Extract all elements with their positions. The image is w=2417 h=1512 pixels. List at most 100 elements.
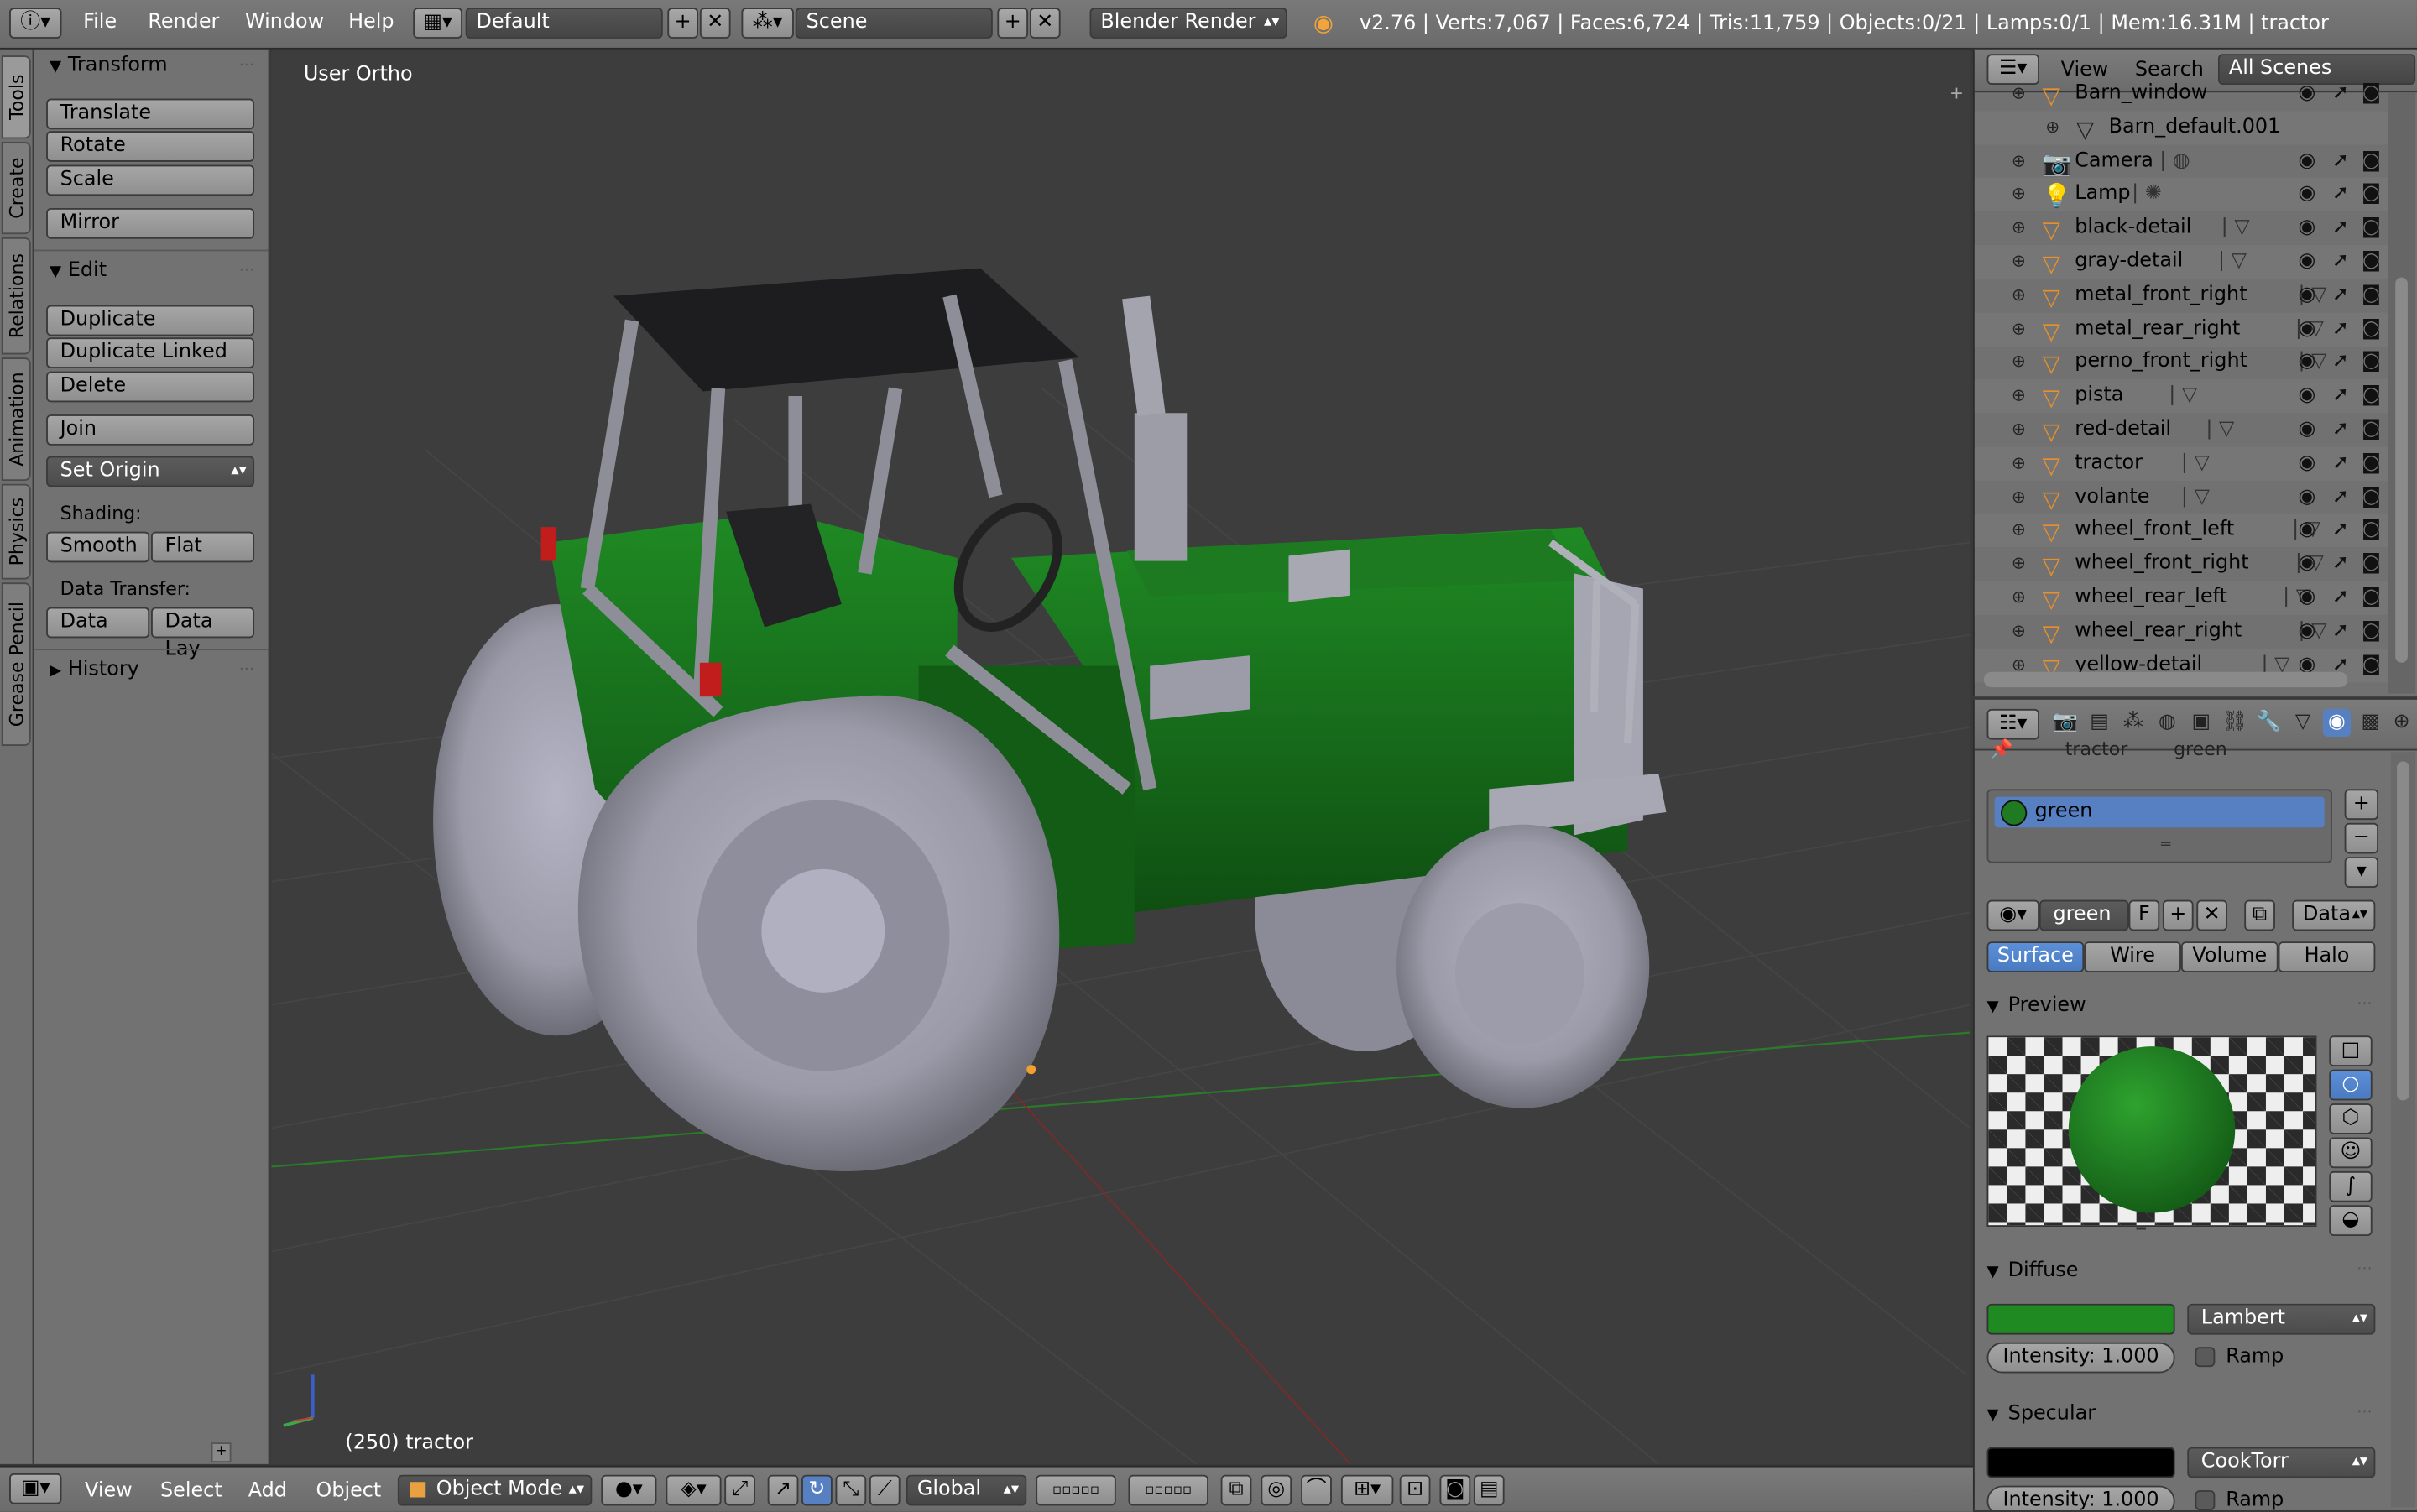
visibility-eye-icon[interactable]: ◉ (2299, 211, 2316, 245)
add-scene-icon[interactable]: + (997, 8, 1029, 39)
object-data-icon[interactable]: | ▽ (2181, 480, 2210, 514)
object-data-icon[interactable]: | ▽ (2221, 211, 2250, 245)
diffuse-intensity-slider[interactable]: Intensity: 1.000 (1986, 1342, 2175, 1374)
orientation-dropdown[interactable]: Global ▴▾ (906, 1474, 1027, 1506)
tab-create[interactable]: Create (1, 141, 31, 235)
scale-button[interactable]: Scale (46, 164, 255, 196)
opengl-render-icon[interactable]: ◙ (1439, 1474, 1471, 1506)
texture-tab-icon[interactable]: ▩ (2357, 709, 2384, 737)
remove-layout-icon[interactable]: ✕ (699, 8, 731, 39)
browse-material-icon[interactable]: ◉▾ (1986, 899, 2039, 931)
renderable-camera-icon[interactable]: ◙ (2362, 581, 2381, 614)
outliner-row[interactable]: ⊕ ▽ gray-detail | ▽ ◉ ➚ ◙ (1974, 245, 2388, 279)
fake-user-button[interactable]: F (2128, 899, 2160, 931)
expand-icon[interactable]: ⊕ (2012, 178, 2026, 211)
physics-tab-icon[interactable]: ⊕ (2388, 709, 2415, 737)
renderable-camera-icon[interactable]: ◙ (2362, 480, 2381, 514)
diffuse-panel-header[interactable]: ▼ Diffuse (1987, 1259, 2079, 1283)
preview-sphere-icon[interactable]: ○ (2329, 1069, 2373, 1101)
info-editor-type-icon[interactable]: ⓘ▾ (9, 8, 62, 39)
outliner-row[interactable]: ⊕ ▽ wheel_front_right | ▽ ◉ ➚ ◙ (1975, 547, 2388, 581)
outliner-item-name[interactable]: red-detail (2075, 413, 2171, 446)
selectable-cursor-icon[interactable]: ➚ (2332, 547, 2349, 581)
outliner-item-name[interactable]: wheel_front_right (2075, 547, 2248, 581)
visibility-eye-icon[interactable]: ◉ (2299, 346, 2316, 379)
remove-slot-button[interactable]: − (2344, 822, 2379, 854)
outliner-row[interactable]: ⊕ ▽ pista | ▽ ◉ ➚ ◙ (1974, 379, 2388, 414)
renderable-camera-icon[interactable]: ◙ (2362, 614, 2381, 648)
opengl-anim-icon[interactable]: ▤ (1473, 1474, 1505, 1506)
selectable-cursor-icon[interactable]: ➚ (2332, 245, 2349, 279)
duplicate-linked-button[interactable]: Duplicate Linked (46, 337, 255, 368)
panel-grip-icon[interactable]: ⋯ (2357, 996, 2372, 1013)
expand-icon[interactable]: ⊕ (2012, 312, 2026, 346)
outliner-item-name[interactable]: tractor (2075, 446, 2143, 480)
outliner-item-name[interactable]: perno_front_right (2075, 346, 2247, 379)
preview-hair-icon[interactable]: ∫ (2329, 1170, 2373, 1202)
expand-icon[interactable]: ⊕ (2012, 144, 2026, 178)
renderable-camera-icon[interactable]: ◙ (2362, 211, 2381, 245)
edit-panel-header[interactable]: ▼ Edit ⋯ (34, 254, 268, 288)
data-button[interactable]: Data (46, 607, 150, 639)
menu-object[interactable]: Object (316, 1479, 382, 1503)
outliner-item-name[interactable]: gray-detail (2075, 245, 2183, 279)
outliner-row[interactable]: ⊕ ▽ wheel_rear_left | ▽ ◉ ➚ ◙ (1974, 581, 2388, 615)
constraints-tab-icon[interactable]: ⛓ (2221, 709, 2249, 737)
preview-plane-icon[interactable]: □ (2329, 1035, 2373, 1066)
material-tab-icon[interactable]: ◉ (2322, 708, 2351, 737)
tab-grease-pencil[interactable]: Grease Pencil (1, 582, 31, 746)
menu-select[interactable]: Select (160, 1479, 222, 1503)
slot-specials-icon[interactable]: ▾ (2344, 857, 2379, 888)
layers-grid-icon-2[interactable]: ▫▫▫▫▫ (1128, 1474, 1208, 1506)
specular-panel-header[interactable]: ▼ Specular (1987, 1402, 2096, 1426)
rotate-button[interactable]: Rotate (46, 131, 255, 162)
tab-animation[interactable]: Animation (1, 357, 31, 482)
object-data-icon[interactable]: | ▽ (2169, 379, 2197, 413)
link-dropdown[interactable]: Data ▴▾ (2292, 899, 2376, 931)
tab-physics[interactable]: Physics (1, 483, 31, 580)
surface-tab[interactable]: Surface (1986, 941, 2085, 972)
object-data-icon[interactable]: | ◍ (2159, 144, 2190, 178)
visibility-eye-icon[interactable]: ◉ (2299, 581, 2316, 614)
scene-icon[interactable]: ⁂▾ (741, 8, 794, 39)
outliner-scroll-thumb[interactable] (2395, 277, 2408, 663)
renderable-camera-icon[interactable]: ◙ (2362, 379, 2381, 413)
outliner-row[interactable]: ⊕ 💡 Lamp | ✺ ◉ ➚ ◙ (1974, 177, 2388, 212)
object-data-icon[interactable]: | ▽ (2218, 245, 2247, 279)
properties-scrollbar[interactable] (2390, 752, 2416, 1508)
selectable-cursor-icon[interactable]: ➚ (2332, 514, 2349, 547)
diffuse-ramp-checkbox[interactable] (2195, 1347, 2216, 1368)
selectable-cursor-icon[interactable]: ➚ (2332, 614, 2349, 648)
outliner-row[interactable]: ⊕ ▽ metal_rear_right | ▽ ◉ ➚ ◙ (1974, 312, 2388, 347)
visibility-eye-icon[interactable]: ◉ (2299, 245, 2316, 279)
outliner-item-name[interactable]: Barn_default.001 (2109, 111, 2281, 144)
snap-icon[interactable]: ⌒ (1301, 1474, 1332, 1506)
selectable-cursor-icon[interactable]: ➚ (2332, 413, 2349, 446)
halo-tab[interactable]: Halo (2278, 941, 2376, 972)
properties-editor-icon[interactable]: ☷▾ (1986, 708, 2039, 740)
smooth-button[interactable]: Smooth (46, 531, 150, 563)
visibility-eye-icon[interactable]: ◉ (2299, 614, 2316, 648)
outliner-row[interactable]: ⊕ ▽ Barn_window ◉ ➚ ◙ (1975, 77, 2388, 111)
renderable-camera-icon[interactable]: ◙ (2362, 446, 2381, 480)
outliner-row[interactable]: ⊕ ▽ tractor | ▽ ◉ ➚ ◙ (1974, 446, 2388, 481)
visibility-eye-icon[interactable]: ◉ (2299, 279, 2316, 312)
outliner-scrollbar[interactable] (2388, 92, 2416, 694)
outliner-item-name[interactable]: wheel_rear_right (2075, 614, 2242, 648)
snap-element-icon[interactable]: ⊞▾ (1340, 1474, 1394, 1506)
properties-scroll-thumb[interactable] (2397, 761, 2409, 1101)
transform-panel-header[interactable]: ▼ Transform ⋯ (34, 50, 268, 83)
visibility-eye-icon[interactable]: ◉ (2299, 144, 2316, 178)
outliner-item-name[interactable]: wheel_front_left (2075, 514, 2234, 547)
renderable-camera-icon[interactable]: ◙ (2362, 547, 2381, 581)
expand-icon[interactable]: ⊕ (2012, 614, 2026, 648)
renderable-camera-icon[interactable]: ◙ (2362, 279, 2381, 312)
selectable-cursor-icon[interactable]: ➚ (2332, 346, 2349, 379)
scene-tab-icon[interactable]: ⁂ (2119, 709, 2147, 737)
menu-window[interactable]: Window (245, 11, 324, 34)
diffuse-shader-dropdown[interactable]: Lambert ▴▾ (2187, 1303, 2376, 1335)
preview-world-icon[interactable]: ◒ (2329, 1205, 2373, 1237)
expand-icon[interactable]: ⊕ (2012, 547, 2026, 581)
expand-icon[interactable]: ⊕ (2045, 111, 2059, 144)
specular-ramp-checkbox[interactable] (2195, 1490, 2216, 1510)
